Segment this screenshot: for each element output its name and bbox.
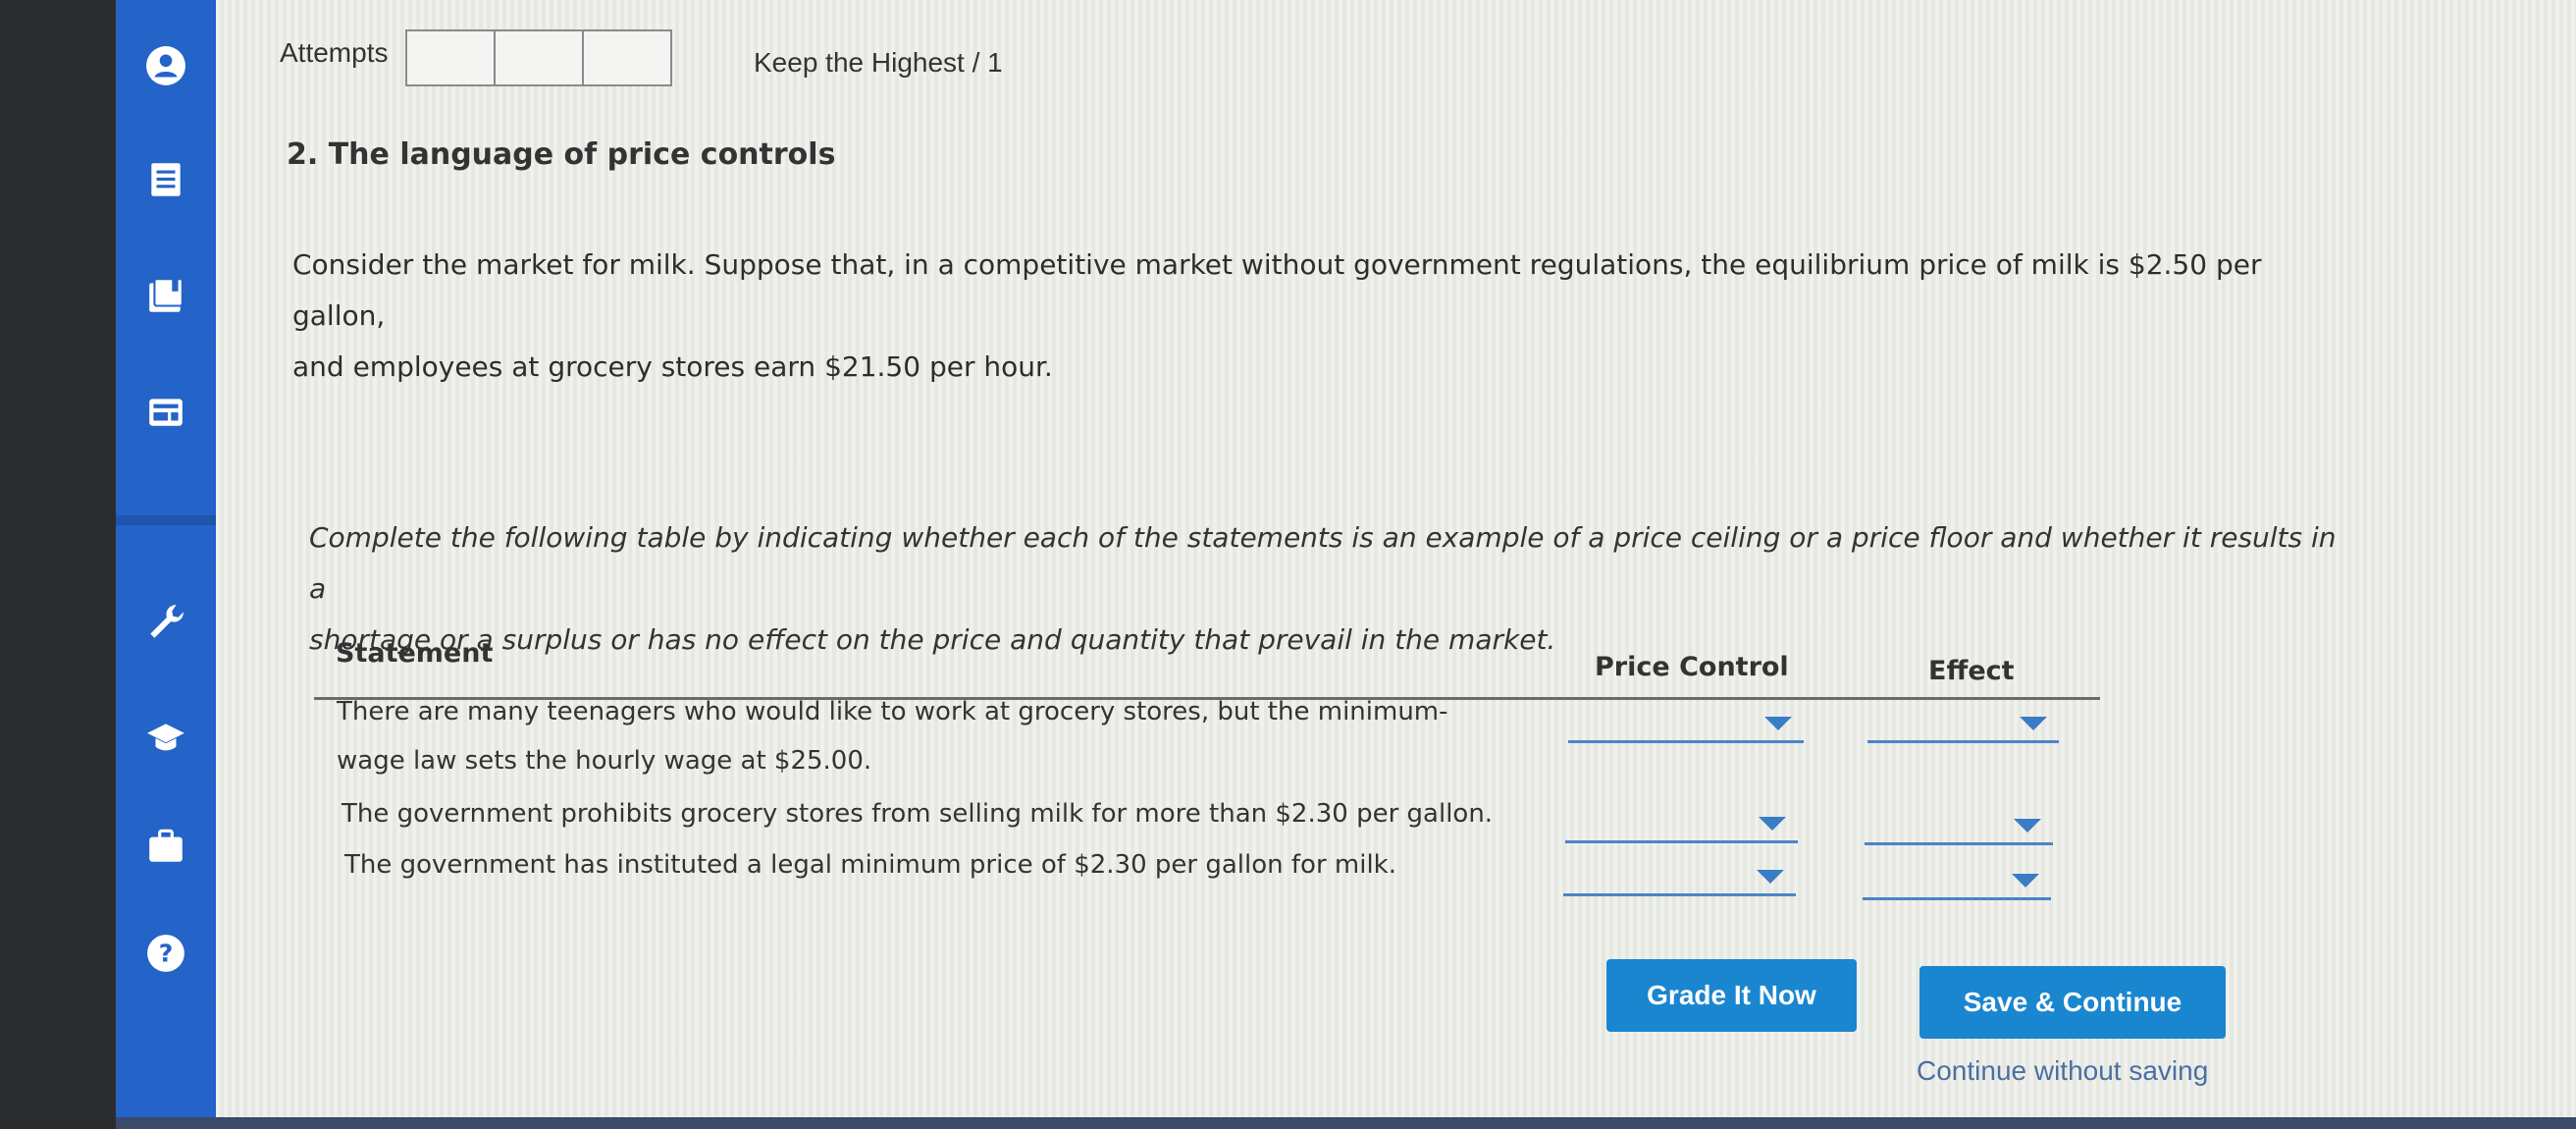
table-row: There are many teenagers who would like … bbox=[337, 687, 1448, 785]
sidebar: ? bbox=[116, 0, 216, 1129]
briefcase-icon[interactable] bbox=[143, 823, 188, 868]
question-body-line: and employees at grocery stores earn $21… bbox=[292, 350, 1053, 383]
table-row: The government prohibits grocery stores … bbox=[342, 789, 1493, 838]
attempt-box bbox=[496, 31, 584, 84]
effect-dropdown-row-2[interactable] bbox=[1865, 809, 2053, 845]
instructions-line: Complete the following table by indicati… bbox=[309, 521, 2337, 605]
graduation-cap-icon[interactable] bbox=[143, 715, 188, 760]
attempts-label: Attempts bbox=[280, 37, 389, 68]
dropdown-arrow-icon bbox=[2014, 819, 2041, 833]
dropdown-arrow-icon bbox=[2012, 874, 2039, 887]
column-header-statement: Statement bbox=[336, 638, 494, 669]
effect-dropdown-row-3[interactable] bbox=[1863, 864, 2051, 900]
price-control-dropdown-row-2[interactable] bbox=[1565, 807, 1798, 843]
column-header-price-control: Price Control bbox=[1595, 652, 1789, 682]
save-continue-button[interactable]: Save & Continue bbox=[1919, 966, 2226, 1039]
attempt-box bbox=[407, 31, 496, 84]
document-list-icon[interactable] bbox=[143, 157, 188, 202]
book-icon[interactable] bbox=[143, 273, 188, 318]
bottom-bar bbox=[116, 1117, 2576, 1129]
question-body: Consider the market for milk. Suppose th… bbox=[292, 240, 2353, 393]
calendar-card-icon[interactable] bbox=[143, 389, 188, 434]
column-header-effect: Effect bbox=[1928, 656, 2015, 686]
price-control-dropdown-row-3[interactable] bbox=[1563, 860, 1796, 896]
question-body-line: Consider the market for milk. Suppose th… bbox=[292, 248, 2262, 332]
statement-text: There are many teenagers who would like … bbox=[337, 697, 1448, 726]
sidebar-divider bbox=[116, 515, 216, 525]
statement-text: wage law sets the hourly wage at $25.00. bbox=[337, 746, 872, 776]
effect-dropdown-row-1[interactable] bbox=[1867, 707, 2059, 743]
dropdown-arrow-icon bbox=[1759, 817, 1786, 831]
svg-text:?: ? bbox=[159, 939, 174, 967]
attempts-boxes bbox=[405, 29, 672, 86]
attempt-box bbox=[584, 31, 670, 84]
statement-text: The government prohibits grocery stores … bbox=[342, 799, 1494, 829]
dropdown-arrow-icon bbox=[1757, 870, 1784, 884]
statement-text: The government has instituted a legal mi… bbox=[344, 850, 1396, 880]
keep-highest-label: Keep the Highest / 1 bbox=[754, 47, 1003, 78]
price-control-dropdown-row-1[interactable] bbox=[1568, 707, 1804, 743]
user-icon[interactable] bbox=[143, 43, 188, 88]
help-icon[interactable]: ? bbox=[143, 931, 188, 976]
table-row: The government has instituted a legal mi… bbox=[344, 840, 1396, 889]
wrench-icon[interactable] bbox=[143, 599, 188, 644]
dropdown-arrow-icon bbox=[2020, 717, 2047, 730]
screen-bezel bbox=[0, 0, 116, 1129]
question-title: 2. The language of price controls bbox=[287, 137, 836, 172]
continue-without-saving-link[interactable]: Continue without saving bbox=[1917, 1055, 2208, 1087]
grade-it-now-button[interactable]: Grade It Now bbox=[1606, 959, 1857, 1032]
dropdown-arrow-icon bbox=[1764, 717, 1792, 730]
